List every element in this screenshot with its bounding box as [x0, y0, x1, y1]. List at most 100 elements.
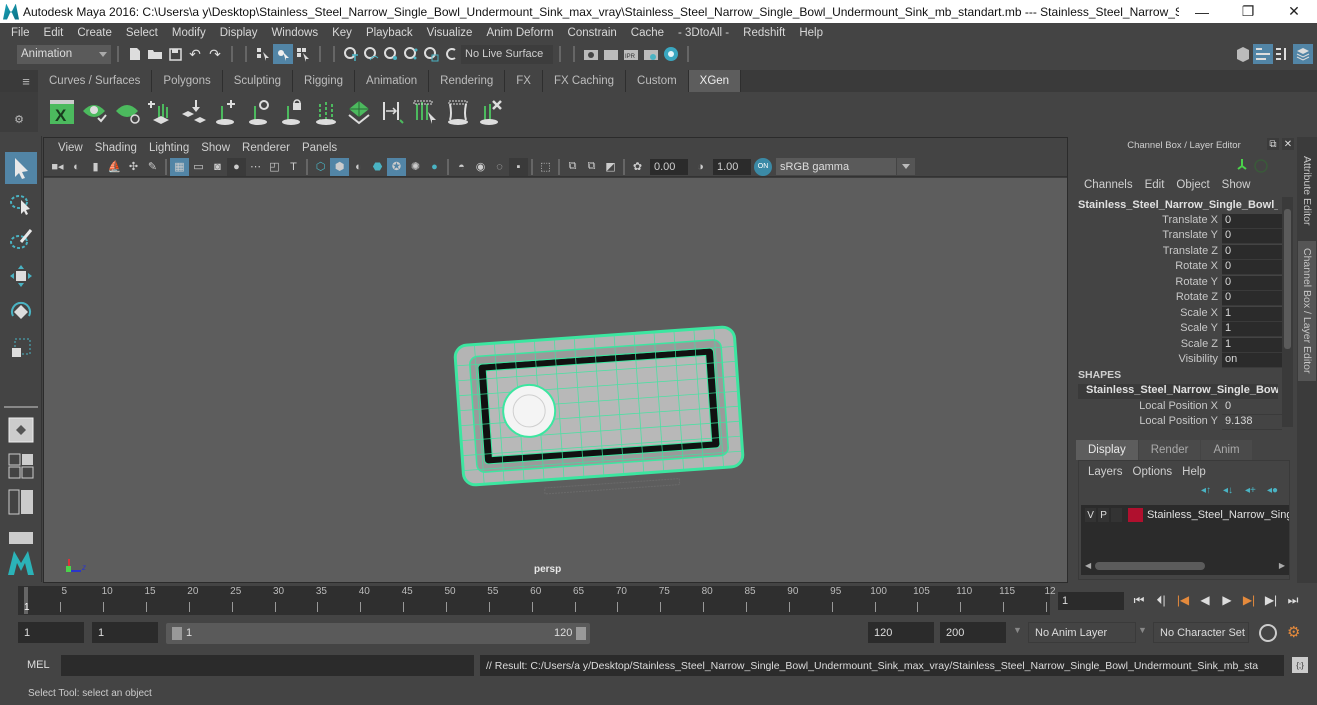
resolution-gate-icon[interactable]: ◙ [208, 158, 227, 176]
render-frame-icon[interactable] [601, 44, 621, 64]
single-perspective-layout-icon[interactable] [5, 414, 37, 446]
layer-tab-anim[interactable]: Anim [1201, 440, 1252, 460]
cb-menu-edit[interactable]: Edit [1139, 179, 1171, 191]
panel-menu-renderer[interactable]: Renderer [236, 142, 296, 154]
exposure-field[interactable] [650, 158, 688, 175]
shelf-tab-polygons[interactable]: Polygons [152, 70, 223, 92]
current-frame-field[interactable] [1058, 592, 1124, 610]
xgen-clear-preview-icon[interactable] [112, 96, 144, 128]
rebuild-guides-icon[interactable] [310, 96, 342, 128]
isolate-select-icon[interactable]: ⬚ [536, 158, 555, 176]
layer-playback-toggle[interactable]: P [1098, 508, 1110, 522]
attr-row[interactable]: Local Position Y 9.138 [1072, 415, 1282, 430]
channel-box-toggle-icon[interactable] [1293, 44, 1313, 64]
attr-value[interactable]: 0 [1222, 260, 1282, 275]
panel-menu-view[interactable]: View [52, 142, 89, 154]
layer-menu-help[interactable]: Help [1177, 466, 1211, 478]
chevron-down-icon[interactable]: ▼ [1013, 625, 1022, 635]
bookmark-icon[interactable]: ▮ [86, 158, 105, 176]
attr-value[interactable]: 1 [1222, 338, 1282, 353]
menu-edit[interactable]: Edit [37, 27, 71, 39]
undo-icon[interactable]: ↶ [185, 44, 205, 64]
range-end-handle[interactable] [576, 627, 586, 640]
attr-value[interactable]: 0 [1222, 291, 1282, 306]
shelf-tab-rendering[interactable]: Rendering [429, 70, 506, 92]
flip-guides-icon[interactable] [376, 96, 408, 128]
select-guides-icon[interactable] [409, 96, 441, 128]
camera-attributes-icon[interactable]: ◐ [67, 158, 86, 176]
select-by-component-icon[interactable] [293, 44, 313, 64]
range-slider[interactable]: 1 120 [166, 623, 590, 644]
move-tool-icon[interactable] [5, 260, 37, 292]
layer-row[interactable]: V P Stainless_Steel_Narrow_Single [1081, 505, 1289, 525]
film-gate-icon[interactable]: ▭ [189, 158, 208, 176]
sink-model[interactable] [453, 325, 745, 499]
attr-row[interactable]: Scale X 1 [1072, 307, 1282, 322]
layer-menu-layers[interactable]: Layers [1083, 466, 1128, 478]
auto-key-toggle-icon[interactable] [1259, 624, 1277, 642]
screen-space-ao-icon[interactable]: ◓ [452, 158, 471, 176]
menu-create[interactable]: Create [70, 27, 119, 39]
step-forward-frame-icon[interactable]: ▶| [1262, 590, 1280, 610]
layer-tab-display[interactable]: Display [1076, 440, 1138, 460]
tab-attribute-editor[interactable]: Attribute Editor [1298, 147, 1316, 235]
view-transform-dropdown[interactable]: sRGB gamma [776, 158, 896, 175]
playback-start-field[interactable] [92, 622, 158, 643]
menu-modify[interactable]: Modify [165, 27, 213, 39]
grease-pencil-icon[interactable]: ✎ [143, 158, 162, 176]
scale-tool-icon[interactable] [5, 332, 37, 364]
3d-viewport[interactable]: z persp [44, 178, 1067, 582]
play-forwards-icon[interactable]: ▶ [1218, 590, 1236, 610]
place-guides-icon[interactable] [178, 96, 210, 128]
menu-constrain[interactable]: Constrain [561, 27, 624, 39]
panel-menu-shading[interactable]: Shading [89, 142, 143, 154]
select-by-hierarchy-icon[interactable] [253, 44, 273, 64]
snap-to-view-plane-icon[interactable] [401, 44, 421, 64]
attr-row[interactable]: Visibility on [1072, 353, 1282, 368]
depth-of-field-icon[interactable]: ▪ [509, 157, 528, 176]
gate-mask-icon[interactable]: ● [227, 157, 246, 176]
cb-menu-show[interactable]: Show [1216, 179, 1257, 191]
scroll-left-icon[interactable]: ◀ [1085, 561, 1091, 570]
shelf-tab-curves-surfaces[interactable]: Curves / Surfaces [38, 70, 153, 92]
2d-pan-zoom-icon[interactable]: ✣ [124, 158, 143, 176]
command-input[interactable] [61, 655, 474, 676]
field-chart-icon[interactable]: ⋯ [246, 158, 265, 176]
use-all-lights-icon[interactable]: ✺ [406, 158, 425, 176]
shelf-tab-animation[interactable]: Animation [355, 70, 430, 92]
multisample-aa-icon[interactable]: ◌ [490, 158, 509, 176]
close-button[interactable]: ✕ [1271, 0, 1317, 23]
play-backwards-icon[interactable]: ◀ [1196, 590, 1214, 610]
new-layer-icon[interactable]: ◂+ [1245, 485, 1261, 497]
animation-start-field[interactable] [18, 622, 84, 643]
color-management-toggle[interactable]: ON [754, 157, 772, 176]
shelf-tab-sculpting[interactable]: Sculpting [222, 70, 294, 92]
attr-row[interactable]: Local Position X 0 [1072, 400, 1282, 415]
select-camera-icon[interactable]: ■◂ [48, 158, 67, 176]
scrollbar-thumb[interactable] [1095, 562, 1205, 570]
select-by-object-icon[interactable] [273, 44, 293, 64]
menu-windows[interactable]: Windows [264, 27, 325, 39]
delete-guides-icon[interactable] [475, 96, 507, 128]
make-live-icon[interactable] [441, 44, 461, 64]
playback-end-field[interactable] [868, 622, 934, 643]
menu-set-dropdown[interactable]: Animation [17, 44, 111, 64]
smooth-shade-icon[interactable]: ⬢ [330, 157, 349, 176]
anim-layer-dropdown[interactable]: No Anim Layer [1028, 622, 1136, 643]
menu-cache[interactable]: Cache [624, 27, 671, 39]
shelf-grip[interactable] [0, 70, 14, 92]
attr-row[interactable]: Translate Z 0 [1072, 245, 1282, 260]
menu-visualize[interactable]: Visualize [420, 27, 480, 39]
render-settings-icon[interactable] [641, 44, 661, 64]
shape-node-name[interactable]: Stainless_Steel_Narrow_Single_Bowl... [1078, 384, 1278, 399]
attr-value[interactable]: 0 [1222, 400, 1282, 415]
menu-help[interactable]: Help [792, 27, 830, 39]
gamma-icon[interactable]: ◑ [691, 158, 710, 176]
menu-file[interactable]: File [4, 27, 37, 39]
xray-joints-icon[interactable]: ⧉ [582, 158, 601, 176]
layer-list-scrollbar[interactable]: ◀ ▶ [1085, 561, 1285, 571]
chevron-down-icon[interactable] [897, 158, 915, 175]
shelf-tab-fx-caching[interactable]: FX Caching [542, 70, 627, 92]
paint-select-tool-icon[interactable] [5, 224, 37, 256]
panel-menu-lighting[interactable]: Lighting [143, 142, 195, 154]
